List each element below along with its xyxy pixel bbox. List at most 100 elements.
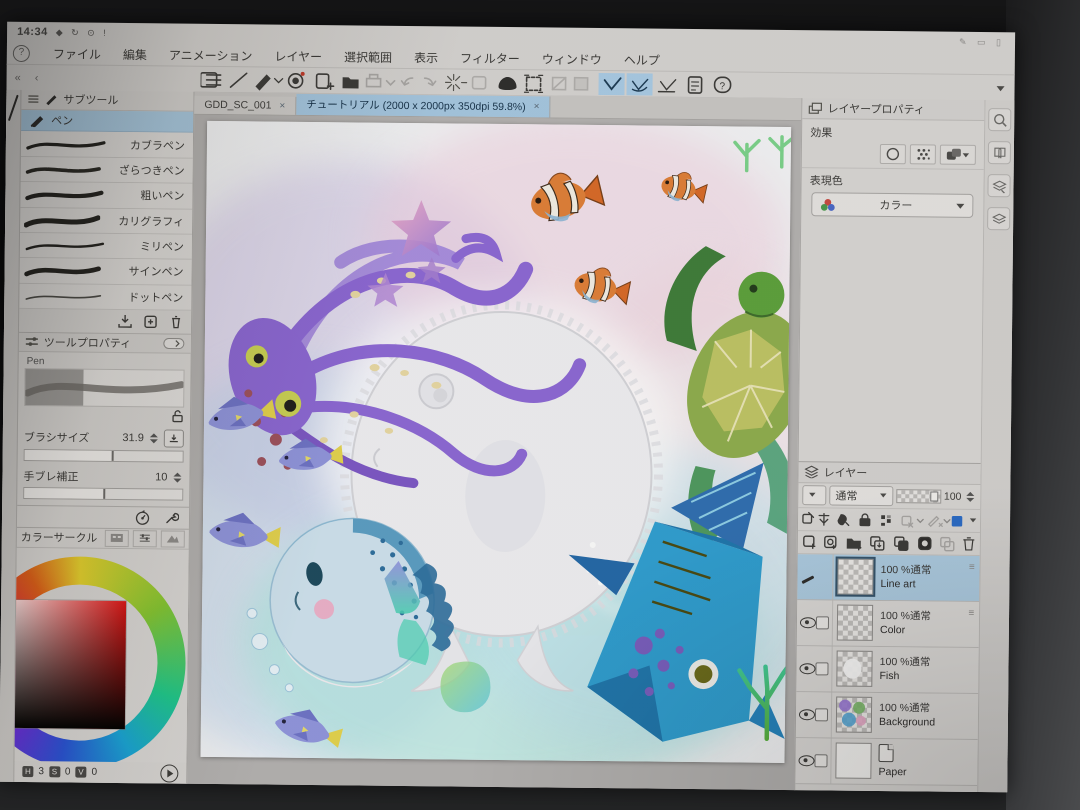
menu-edit[interactable]: 編集 bbox=[112, 43, 158, 64]
stabilization-value[interactable]: 10 bbox=[155, 472, 167, 484]
subtool-item-dot-pen[interactable]: ドットペン bbox=[19, 284, 191, 311]
subtool-item-kabura-pen[interactable]: カブラペン bbox=[21, 131, 193, 158]
color-mixing-tab[interactable] bbox=[161, 530, 185, 547]
stabilization-slider[interactable] bbox=[23, 487, 183, 501]
layer-menu-icon[interactable]: ≡ bbox=[969, 561, 975, 572]
help-bubble-icon[interactable]: ? bbox=[13, 44, 30, 61]
document-tab-gdd[interactable]: GDD_SC_001 × bbox=[194, 96, 296, 115]
border-effect-icon[interactable] bbox=[880, 144, 906, 164]
tab-label: GDD_SC_001 bbox=[204, 99, 271, 112]
color-slider-tab[interactable] bbox=[133, 530, 157, 547]
tool-property-header[interactable]: ツールプロパティ bbox=[19, 332, 191, 354]
layer-name[interactable]: Background bbox=[879, 716, 935, 727]
brush-size-slider[interactable] bbox=[24, 449, 184, 463]
subtool-item-coarse-pen[interactable]: 粗いペン bbox=[20, 182, 192, 209]
merge-down-icon bbox=[895, 537, 908, 550]
delete-subtool-icon[interactable] bbox=[169, 315, 183, 329]
layer-action-tools[interactable] bbox=[798, 531, 980, 556]
layer-thumbnail[interactable] bbox=[835, 743, 871, 779]
opacity-stepper[interactable] bbox=[966, 491, 974, 501]
subtool-item-sign-pen[interactable]: サインペン bbox=[19, 258, 191, 285]
hue-value: 3 bbox=[38, 766, 44, 777]
stabilization-stepper[interactable] bbox=[173, 473, 181, 483]
unlock-icon[interactable] bbox=[171, 410, 184, 423]
history-icon[interactable] bbox=[135, 510, 150, 525]
layer-name[interactable]: Line art bbox=[880, 578, 931, 589]
menu-window[interactable]: ウィンドウ bbox=[531, 48, 613, 70]
canvas-page[interactable] bbox=[201, 121, 792, 763]
saturation-value-square[interactable] bbox=[14, 599, 126, 728]
layer-thumbnail[interactable] bbox=[837, 559, 873, 595]
menu-help[interactable]: ヘルプ bbox=[613, 49, 671, 71]
layer-thumbnail[interactable] bbox=[836, 651, 872, 687]
brush-size-value[interactable]: 31.9 bbox=[122, 432, 144, 444]
disabled-select2-icon bbox=[575, 78, 588, 90]
layer-row-background[interactable]: 100 %通常 Background bbox=[796, 692, 978, 740]
visibility-eye-icon[interactable] bbox=[800, 617, 816, 628]
layers-stack-icon bbox=[992, 212, 1006, 226]
visibility-eye-icon[interactable] bbox=[799, 709, 815, 720]
brush-size-stepper[interactable] bbox=[150, 434, 158, 444]
subtool-item-pen-selected[interactable]: ペン bbox=[21, 110, 193, 133]
color-set-tab[interactable] bbox=[105, 530, 129, 547]
layer-row-fish[interactable]: 100 %通常 Fish bbox=[796, 646, 978, 694]
new-layer-icon bbox=[804, 536, 815, 548]
close-tab-icon[interactable]: × bbox=[534, 101, 540, 112]
toolbar-overflow-chevron-icon[interactable] bbox=[997, 86, 1005, 91]
layer-row-line-art[interactable]: 100 %通常 Line art ≡ bbox=[797, 554, 979, 602]
collapse-panel-button[interactable]: « bbox=[15, 72, 21, 84]
right-panel-column: レイヤープロパティ 効果 表現色 カラー レイヤー bbox=[794, 98, 984, 792]
property-toggle-icon[interactable] bbox=[163, 337, 185, 349]
color-history-play-icon[interactable] bbox=[160, 764, 178, 782]
blend-extra-dropdown[interactable] bbox=[802, 485, 826, 505]
help-icon: ? bbox=[715, 77, 731, 92]
wrench-icon[interactable] bbox=[164, 511, 179, 526]
opacity-value[interactable]: 100 bbox=[944, 490, 962, 502]
information-tab[interactable] bbox=[988, 141, 1011, 164]
layer-name[interactable]: Color bbox=[880, 624, 931, 635]
menu-filter[interactable]: フィルター bbox=[449, 47, 531, 69]
subtool-item-milli-pen[interactable]: ミリペン bbox=[20, 233, 192, 260]
navigator-tab[interactable] bbox=[988, 108, 1011, 131]
document-tab-tutorial[interactable]: チュートリアル (2000 x 2000px 350dpi 59.8%) × bbox=[296, 94, 550, 118]
blend-mode-dropdown[interactable]: 通常 bbox=[829, 485, 893, 506]
subtool-item-calligraphy[interactable]: カリグラフィ bbox=[20, 207, 192, 234]
layer-name[interactable]: Paper bbox=[878, 767, 906, 778]
layer-property-tab[interactable] bbox=[987, 174, 1010, 197]
collapse-panel-button-2[interactable]: ‹ bbox=[35, 72, 39, 84]
layer-lock-tools[interactable] bbox=[798, 508, 980, 533]
close-tab-icon[interactable]: × bbox=[279, 100, 285, 111]
menu-layer[interactable]: レイヤー bbox=[263, 45, 333, 67]
visibility-eye-icon[interactable] bbox=[799, 755, 815, 766]
add-subtool-icon[interactable] bbox=[143, 314, 159, 328]
import-subtool-icon[interactable] bbox=[117, 314, 133, 328]
canvas-workspace[interactable] bbox=[187, 115, 801, 790]
subtool-item-rough-texture-pen[interactable]: ざらつきペン bbox=[21, 157, 193, 184]
layer-name[interactable]: Fish bbox=[879, 670, 930, 681]
layer-menu-icon[interactable]: ≡ bbox=[968, 607, 974, 618]
subtool-panel-header[interactable]: サブツール bbox=[21, 90, 193, 112]
opacity-slider[interactable] bbox=[896, 489, 941, 503]
layer-checkbox[interactable] bbox=[816, 616, 829, 629]
layer-checkbox[interactable] bbox=[816, 662, 829, 675]
brush-size-preset-button[interactable] bbox=[164, 430, 184, 448]
layer-thumbnail[interactable] bbox=[837, 605, 873, 641]
menu-animation[interactable]: アニメーション bbox=[158, 44, 264, 66]
layer-color-chevron-icon[interactable] bbox=[970, 518, 976, 522]
layer-property-header[interactable]: レイヤープロパティ bbox=[802, 98, 984, 121]
color-wheel-panel[interactable] bbox=[14, 548, 188, 764]
menu-view[interactable]: 表示 bbox=[403, 46, 449, 67]
menu-file[interactable]: ファイル bbox=[42, 43, 112, 65]
menu-selection[interactable]: 選択範囲 bbox=[333, 46, 403, 68]
layer-panel-header[interactable]: レイヤー bbox=[799, 461, 981, 485]
layer-color-effect-icon[interactable] bbox=[940, 145, 976, 165]
layer-checkbox[interactable] bbox=[815, 708, 828, 721]
layer-checkbox[interactable] bbox=[815, 754, 828, 767]
layers-tab[interactable] bbox=[987, 207, 1010, 230]
tone-effect-icon[interactable] bbox=[910, 144, 936, 164]
layer-row-paper[interactable]: Paper bbox=[795, 738, 977, 786]
layer-thumbnail[interactable] bbox=[836, 697, 872, 733]
expression-color-dropdown[interactable]: カラー bbox=[811, 192, 973, 218]
layer-row-color[interactable]: 100 %通常 Color ≡ bbox=[797, 600, 979, 648]
visibility-eye-icon[interactable] bbox=[800, 663, 816, 674]
